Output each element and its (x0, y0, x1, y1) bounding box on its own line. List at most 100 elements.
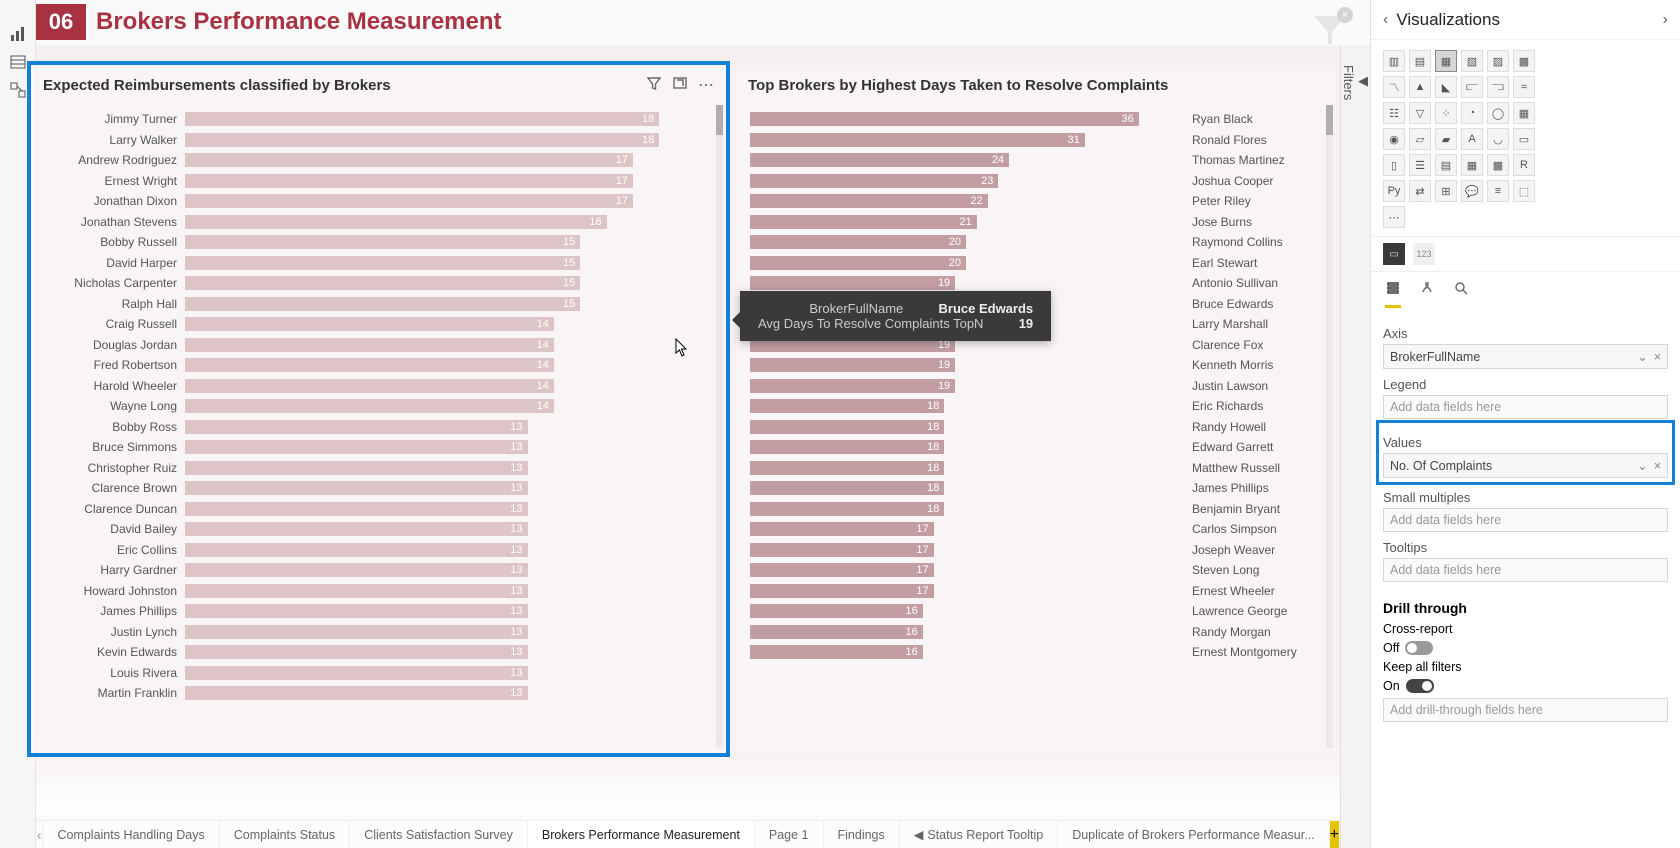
bar-row[interactable]: 24Thomas Martinez (750, 150, 1322, 171)
bar-row[interactable]: Ernest Wright17 (45, 171, 712, 192)
bar-row[interactable]: David Harper15 (45, 253, 712, 274)
more-icon[interactable]: ⋯ (698, 75, 714, 96)
decomp-tree-icon[interactable]: ⊞ (1435, 180, 1457, 202)
tooltips-well[interactable]: Add data fields here (1383, 558, 1668, 582)
line-chart-icon[interactable]: 〽 (1383, 76, 1405, 98)
visual-expected-reimbursements[interactable]: Expected Reimbursements classified by Br… (31, 65, 726, 753)
bar-row[interactable]: 31Ronald Flores (750, 130, 1322, 151)
shape-map-icon[interactable]: ▰ (1435, 128, 1457, 150)
bar-row[interactable]: Howard Johnston13 (45, 581, 712, 602)
bar-row[interactable]: 18Randy Howell (750, 417, 1322, 438)
filter-glyph[interactable]: × (1310, 10, 1350, 50)
scrollbar[interactable] (716, 105, 723, 748)
bar-row[interactable]: 17Carlos Simpson (750, 519, 1322, 540)
bar-row[interactable]: Eric Collins13 (45, 540, 712, 561)
bar-row[interactable]: Harold Wheeler14 (45, 376, 712, 397)
bar-row[interactable]: Harry Gardner13 (45, 560, 712, 581)
bar-row[interactable]: Nicholas Carpenter15 (45, 273, 712, 294)
bar-row[interactable]: Jonathan Stevens16 (45, 212, 712, 233)
bar-row[interactable]: 18Matthew Russell (750, 458, 1322, 479)
bar-row[interactable]: 17Joseph Weaver (750, 540, 1322, 561)
clustered-bar-icon[interactable]: ▤ (1409, 50, 1431, 72)
bar-row[interactable]: 18Eric Richards (750, 396, 1322, 417)
bar-row[interactable]: Bobby Ross13 (45, 417, 712, 438)
bar-row[interactable]: 17Ernest Wheeler (750, 581, 1322, 602)
matrix-icon[interactable]: ▩ (1487, 154, 1509, 176)
bar-row[interactable]: Louis Rivera13 (45, 663, 712, 684)
stacked-col-100-icon[interactable]: ▩ (1513, 50, 1535, 72)
page-tab[interactable]: Brokers Performance Measurement (528, 821, 755, 848)
bar-row[interactable]: Bruce Simmons13 (45, 437, 712, 458)
tab-nav-left[interactable]: ‹ (36, 821, 43, 848)
bar-row[interactable]: 22Peter Riley (750, 191, 1322, 212)
card-icon[interactable]: ▭ (1513, 128, 1535, 150)
page-tab[interactable]: Complaints Handling Days (43, 821, 219, 848)
bar-row[interactable]: Fred Robertson14 (45, 355, 712, 376)
drill-through-well[interactable]: Add drill-through fields here (1383, 698, 1668, 722)
bar-row[interactable]: Kevin Edwards13 (45, 642, 712, 663)
bar-row[interactable]: Jonathan Dixon17 (45, 191, 712, 212)
table-icon[interactable]: ▦ (1461, 154, 1483, 176)
bar-row[interactable]: Martin Franklin13 (45, 683, 712, 704)
qna-icon[interactable]: 💬 (1461, 180, 1483, 202)
bar-row[interactable]: 20Earl Stewart (750, 253, 1322, 274)
values-well[interactable]: No. Of Complaints⌄× (1383, 453, 1668, 478)
page-tab[interactable]: Complaints Status (220, 821, 350, 848)
bar-row[interactable]: Justin Lynch13 (45, 622, 712, 643)
gauge-icon[interactable]: ◡ (1487, 128, 1509, 150)
field-value-label[interactable]: 123 (1413, 243, 1435, 265)
paginated-icon[interactable]: ⬚ (1513, 180, 1535, 202)
analytics-tab-icon[interactable] (1453, 280, 1469, 308)
stacked-bar-100-icon[interactable]: ▨ (1487, 50, 1509, 72)
keep-filters-toggle[interactable] (1406, 679, 1434, 693)
chevron-down-icon[interactable]: ⌄ (1637, 349, 1647, 364)
remove-icon[interactable]: × (1654, 350, 1661, 364)
close-icon[interactable]: × (1337, 7, 1353, 23)
remove-icon[interactable]: × (1654, 459, 1661, 473)
bar-row[interactable]: 16Lawrence George (750, 601, 1322, 622)
funnel-icon[interactable]: ▽ (1409, 102, 1431, 124)
fields-tab-icon[interactable] (1385, 280, 1401, 308)
chart-body[interactable]: 36Ryan Black31Ronald Flores24Thomas Mart… (736, 105, 1336, 745)
bar-row[interactable]: 20Raymond Collins (750, 232, 1322, 253)
pie-icon[interactable]: ◔ (1461, 102, 1483, 124)
bar-row[interactable]: Clarence Duncan13 (45, 499, 712, 520)
axis-well[interactable]: BrokerFullName⌄× (1383, 344, 1668, 369)
bar-row[interactable]: 36Ryan Black (750, 109, 1322, 130)
bar-row[interactable]: David Bailey13 (45, 519, 712, 540)
clustered-column-icon[interactable]: ▧ (1461, 50, 1483, 72)
bar-row[interactable]: Douglas Jordan14 (45, 335, 712, 356)
r-visual-icon[interactable]: R (1513, 154, 1535, 176)
filters-pane-collapsed[interactable]: ◀ Filters (1340, 45, 1370, 848)
model-view-icon[interactable] (9, 81, 27, 99)
bar-row[interactable]: Clarence Brown13 (45, 478, 712, 499)
bar-row[interactable]: 19Justin Lawson (750, 376, 1322, 397)
area-chart-icon[interactable]: ▲ (1409, 76, 1431, 98)
bar-row[interactable]: 18James Phillips (750, 478, 1322, 499)
multi-card-icon[interactable]: ▯ (1383, 154, 1405, 176)
bar-row[interactable]: Andrew Rodriguez17 (45, 150, 712, 171)
key-influencers-icon[interactable]: ⇄ (1409, 180, 1431, 202)
bar-row[interactable]: Larry Walker18 (45, 130, 712, 151)
bar-row[interactable]: 18Edward Garrett (750, 437, 1322, 458)
legend-well[interactable]: Add data fields here (1383, 395, 1668, 419)
smart-narrative-icon[interactable]: ≡ (1487, 180, 1509, 202)
stacked-area-icon[interactable]: ◣ (1435, 76, 1457, 98)
slicer-icon[interactable]: ▤ (1435, 154, 1457, 176)
waterfall-icon[interactable]: ☷ (1383, 102, 1405, 124)
scrollbar[interactable] (1326, 105, 1333, 748)
map-icon[interactable]: ◉ (1383, 128, 1405, 150)
filter-icon[interactable] (646, 75, 662, 96)
kpi-icon[interactable]: ☰ (1409, 154, 1431, 176)
more-visuals-icon[interactable]: ⋯ (1383, 206, 1405, 228)
chevron-right-icon[interactable]: › (1663, 11, 1668, 29)
combo1-icon[interactable]: ⫍ (1461, 76, 1483, 98)
bar-row[interactable]: Ralph Hall15 (45, 294, 712, 315)
focus-mode-icon[interactable] (672, 75, 688, 96)
bar-row[interactable]: Jimmy Turner18 (45, 109, 712, 130)
bar-row[interactable]: 16Ernest Montgomery (750, 642, 1322, 663)
stacked-column-icon[interactable]: ▦ (1435, 50, 1457, 72)
bar-row[interactable]: Bobby Russell15 (45, 232, 712, 253)
chart-body[interactable]: Jimmy Turner18Larry Walker18Andrew Rodri… (31, 105, 726, 745)
custom-image-icon[interactable]: ▭ (1383, 243, 1405, 265)
